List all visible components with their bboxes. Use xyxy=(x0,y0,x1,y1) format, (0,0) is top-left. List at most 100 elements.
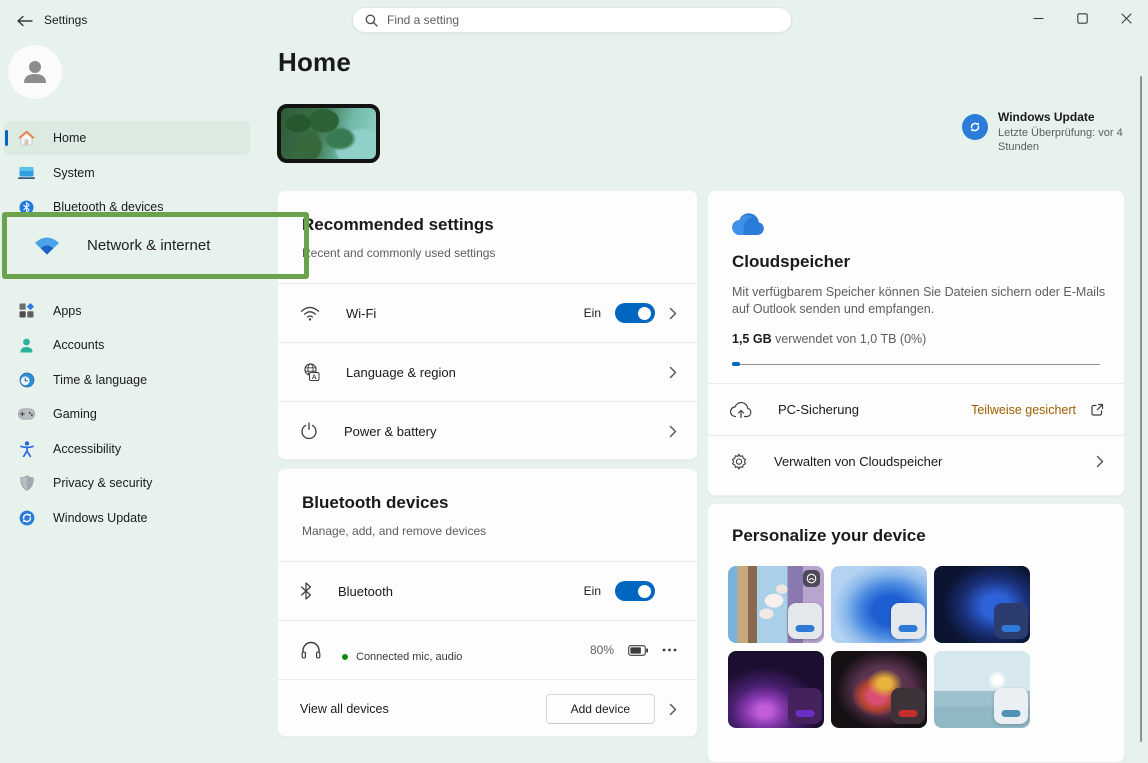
sidebar-item-apps[interactable]: Apps xyxy=(4,294,250,328)
sidebar-item-label: Time & language xyxy=(53,373,147,387)
storage-used: 1,5 GB xyxy=(732,332,772,346)
sidebar-item-label: Home xyxy=(53,131,86,145)
row-label: Bluetooth xyxy=(338,584,393,599)
chevron-right-icon xyxy=(669,307,677,320)
headphones-icon xyxy=(300,641,322,660)
personalize-card: Personalize your device xyxy=(707,503,1125,763)
update-status-subtitle: Letzte Überprüfung: vor 4 Stunden xyxy=(998,127,1140,154)
system-icon xyxy=(18,164,35,181)
sidebar-item-label: Accessibility xyxy=(53,442,121,456)
bluetooth-glyph-icon xyxy=(300,582,312,600)
wallpaper-tile-purple-glow[interactable] xyxy=(728,651,824,728)
close-button[interactable] xyxy=(1104,0,1148,36)
page-title: Home xyxy=(278,47,351,78)
sidebar-item-privacy-security[interactable]: Privacy & security xyxy=(4,466,250,500)
svg-text:A: A xyxy=(312,374,317,381)
toggle-knob xyxy=(638,307,651,320)
sidebar-item-accounts[interactable]: Accounts xyxy=(4,328,250,362)
time-language-icon xyxy=(18,371,35,388)
chevron-right-icon xyxy=(669,366,677,379)
wifi-setting-row[interactable]: Wi-Fi Ein xyxy=(278,283,697,342)
bluetooth-toggle[interactable] xyxy=(615,581,655,601)
accessibility-icon xyxy=(18,440,35,457)
card-title: Personalize your device xyxy=(732,526,1100,546)
language-icon: A xyxy=(300,363,320,381)
vertical-scrollbar[interactable] xyxy=(1140,76,1142,742)
cloud-storage-card: Cloudspeicher Mit verfügbarem Speicher k… xyxy=(707,190,1125,496)
power-battery-row[interactable]: Power & battery xyxy=(278,401,697,460)
annotation-network-internet[interactable]: Network & internet xyxy=(2,212,309,279)
sidebar-item-time-language[interactable]: Time & language xyxy=(4,363,250,397)
row-label: Power & battery xyxy=(344,424,437,439)
search-box[interactable] xyxy=(352,7,792,33)
toggle-state-label: Ein xyxy=(584,584,601,598)
bluetooth-toggle-row[interactable]: Bluetooth Ein xyxy=(278,561,697,620)
sidebar-item-label: Privacy & security xyxy=(53,476,152,490)
sidebar-item-system[interactable]: System xyxy=(4,156,250,190)
view-all-devices-link[interactable]: View all devices xyxy=(300,702,389,716)
external-link-icon xyxy=(1090,403,1104,417)
minimize-icon xyxy=(1033,13,1044,24)
cloud-backup-icon xyxy=(730,401,752,418)
back-arrow-icon xyxy=(17,15,33,27)
wallpaper-tile-bloom-light[interactable] xyxy=(831,566,927,643)
battery-icon xyxy=(628,645,648,656)
wifi-icon xyxy=(34,236,60,256)
user-avatar[interactable] xyxy=(8,45,62,99)
maximize-icon xyxy=(1077,13,1088,24)
connected-status-dot xyxy=(342,654,348,660)
cloud-icon xyxy=(732,213,766,236)
add-device-button[interactable]: Add device xyxy=(546,694,655,724)
apps-icon xyxy=(18,302,35,319)
theme-preview xyxy=(788,688,822,724)
selected-indicator xyxy=(5,130,8,146)
minimize-button[interactable] xyxy=(1016,0,1060,36)
card-title: Cloudspeicher xyxy=(732,252,1100,272)
home-icon xyxy=(18,130,35,147)
sidebar-item-windows-update[interactable]: Windows Update xyxy=(4,501,250,535)
toggle-knob xyxy=(638,585,651,598)
cloud-description: Mit verfügbarem Speicher können Sie Date… xyxy=(732,284,1110,318)
windows-update-icon xyxy=(18,509,35,526)
sidebar-item-gaming[interactable]: Gaming xyxy=(4,397,250,431)
row-label: Wi-Fi xyxy=(346,306,376,321)
wallpaper-tile-bloom-dark[interactable] xyxy=(934,566,1030,643)
battery-percent: 80% xyxy=(590,643,614,657)
connected-device-row[interactable]: Connected mic, audio 80% xyxy=(278,620,697,679)
bluetooth-devices-card: Bluetooth devices Manage, add, and remov… xyxy=(277,468,698,737)
pc-backup-row[interactable]: PC-Sicherung Teilweise gesichert xyxy=(708,383,1124,435)
sidebar-item-label: System xyxy=(53,166,95,180)
close-icon xyxy=(1121,13,1132,24)
back-button[interactable] xyxy=(10,8,40,34)
manage-cloud-storage-row[interactable]: Verwalten von Cloudspeicher xyxy=(708,435,1124,487)
chevron-right-icon xyxy=(669,425,677,438)
window-controls xyxy=(1016,0,1148,36)
view-all-devices-row[interactable]: View all devices Add device xyxy=(278,679,697,738)
annotation-label: Network & internet xyxy=(87,237,210,254)
storage-usage: 1,5 GB verwendet von 1,0 TB (0%) xyxy=(732,332,1100,346)
row-label: PC-Sicherung xyxy=(778,402,859,417)
row-label: Verwalten von Cloudspeicher xyxy=(774,454,942,469)
sidebar-item-home[interactable]: Home xyxy=(4,121,250,155)
wallpaper-tile-dark-floral[interactable] xyxy=(831,651,927,728)
wallpaper-grid xyxy=(728,566,1030,728)
wallpaper-tile-spotlight[interactable] xyxy=(728,566,824,643)
windows-update-status[interactable]: Windows Update Letzte Überprüfung: vor 4… xyxy=(962,110,1138,154)
sidebar-item-label: Accounts xyxy=(53,338,104,352)
wallpaper-tile-lake-light[interactable] xyxy=(934,651,1030,728)
accounts-icon xyxy=(18,337,35,354)
sidebar-item-accessibility[interactable]: Accessibility xyxy=(4,432,250,466)
progress-track xyxy=(732,364,1100,365)
backup-status[interactable]: Teilweise gesichert xyxy=(971,403,1076,417)
wifi-toggle[interactable] xyxy=(615,303,655,323)
sidebar-item-label: Apps xyxy=(53,304,82,318)
search-icon xyxy=(365,14,378,27)
sidebar-item-label: Windows Update xyxy=(53,511,148,525)
language-region-row[interactable]: A Language & region xyxy=(278,342,697,401)
search-input[interactable] xyxy=(387,13,779,27)
maximize-button[interactable] xyxy=(1060,0,1104,36)
recommended-settings-card: Recommended settings Recent and commonly… xyxy=(277,190,698,460)
theme-preview xyxy=(891,603,925,639)
more-icon[interactable] xyxy=(662,648,677,652)
gear-icon xyxy=(730,453,748,471)
